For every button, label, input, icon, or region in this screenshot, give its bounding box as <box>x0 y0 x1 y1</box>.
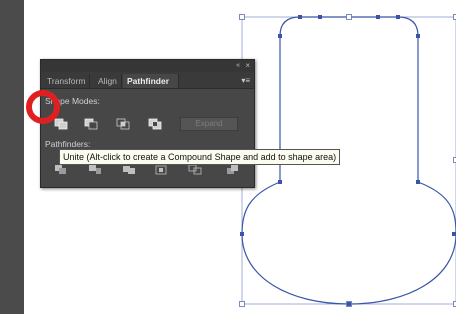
anchor-point <box>416 180 420 184</box>
anchor-point <box>452 232 456 236</box>
anchor-point <box>396 15 400 19</box>
handle-bottom-left <box>239 301 245 307</box>
anchor-point <box>416 34 420 38</box>
trim-button[interactable] <box>87 164 103 176</box>
exclude-button[interactable] <box>147 117 163 131</box>
pathfinder-panel[interactable]: « × Transform Align Pathfinder ▾≡ Shape … <box>40 59 255 188</box>
divide-button[interactable] <box>53 164 69 176</box>
intersect-icon <box>116 118 130 130</box>
anchor-point <box>347 302 351 306</box>
handle-top-middle <box>346 14 352 20</box>
expand-button[interactable]: Expand <box>180 117 238 131</box>
outline-icon <box>188 164 202 175</box>
pathfinders-label: Pathfinders: <box>45 139 91 149</box>
anchor-point <box>318 15 322 19</box>
unite-tooltip: Unite (Alt-click to create a Compound Sh… <box>59 149 341 165</box>
merge-icon <box>123 166 135 174</box>
anchor-point <box>240 232 244 236</box>
anchor-point <box>278 34 282 38</box>
panel-titlebar[interactable]: « × <box>41 60 254 72</box>
crop-icon <box>155 165 167 175</box>
crop-button[interactable] <box>153 164 169 176</box>
minus-back-button[interactable] <box>225 164 241 176</box>
minus-front-icon <box>84 118 98 130</box>
panel-menu-icon[interactable]: ▾≡ <box>241 74 250 88</box>
anchor-point <box>298 15 302 19</box>
handle-top-left <box>239 14 245 20</box>
trim-icon <box>89 165 101 174</box>
tab-transform[interactable]: Transform <box>43 74 91 88</box>
outline-button[interactable] <box>187 164 203 176</box>
tab-align[interactable]: Align <box>94 74 122 88</box>
minus-front-button[interactable] <box>83 117 99 131</box>
intersect-button[interactable] <box>115 117 131 131</box>
anchor-point <box>278 180 282 184</box>
divide-icon <box>55 165 66 174</box>
close-panel-icon[interactable]: × <box>245 60 250 72</box>
exclude-icon <box>148 118 162 130</box>
anchor-point <box>376 15 380 19</box>
collapse-panel-icon[interactable]: « <box>236 60 240 72</box>
tab-pathfinder[interactable]: Pathfinder <box>123 74 179 88</box>
minus-back-icon <box>227 165 238 174</box>
merge-button[interactable] <box>121 164 137 176</box>
highlight-circle <box>26 90 60 124</box>
unite-icon <box>54 118 68 130</box>
panel-tabs: Transform Align Pathfinder ▾≡ <box>41 72 254 89</box>
unite-button[interactable] <box>53 117 69 131</box>
illustrator-workspace: « × Transform Align Pathfinder ▾≡ Shape … <box>0 0 456 314</box>
